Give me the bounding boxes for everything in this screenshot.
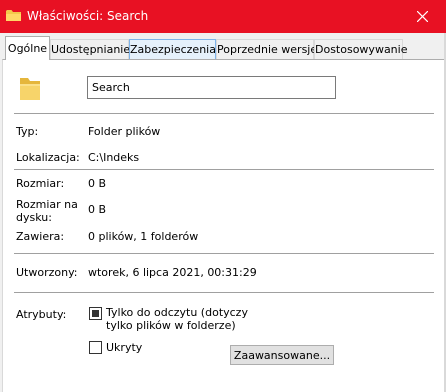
created-value: wtorek, 6 lipca 2021, 00:31:29 bbox=[88, 266, 257, 279]
tab-strip: Ogólne Udostępnianie Zabezpieczenia Popr… bbox=[0, 33, 446, 60]
folder-icon bbox=[18, 74, 42, 104]
location-label: Lokalizacja: bbox=[16, 151, 80, 164]
contains-label: Zawiera: bbox=[16, 230, 65, 243]
close-icon bbox=[417, 11, 428, 22]
attributes-label: Atrybuty: bbox=[16, 308, 67, 321]
created-label: Utworzony: bbox=[16, 266, 78, 279]
tab-previous-versions[interactable]: Poprzednie wersje bbox=[216, 39, 317, 59]
hidden-checkbox[interactable] bbox=[89, 341, 102, 354]
divider bbox=[14, 253, 434, 254]
window-title: Właściwości: Search bbox=[27, 9, 149, 23]
general-panel bbox=[2, 59, 446, 392]
close-button[interactable] bbox=[400, 0, 446, 33]
tab-customize[interactable]: Dostosowywanie bbox=[314, 39, 407, 59]
title-bar[interactable]: Właściwości: Search bbox=[0, 0, 446, 33]
size-on-disk-label: Rozmiar na dysku: bbox=[16, 198, 78, 224]
folder-name-input[interactable] bbox=[87, 76, 336, 99]
properties-window: Właściwości: Search Ogólne Udostępnianie… bbox=[0, 0, 446, 392]
readonly-label: Tylko do odczytu (dotyczy tylko plików w… bbox=[106, 306, 248, 332]
tab-general[interactable]: Ogólne bbox=[5, 36, 50, 60]
indeterminate-mark bbox=[92, 310, 99, 317]
type-label: Typ: bbox=[16, 125, 39, 138]
tab-security[interactable]: Zabezpieczenia bbox=[129, 39, 216, 59]
tab-sharing[interactable]: Udostępnianie bbox=[50, 39, 130, 59]
divider bbox=[14, 113, 434, 114]
hidden-label: Ukryty bbox=[106, 341, 143, 354]
readonly-checkbox[interactable] bbox=[89, 307, 102, 320]
folder-icon bbox=[6, 9, 21, 22]
size-on-disk-value: 0 B bbox=[88, 203, 107, 216]
contains-value: 0 plików, 1 folderów bbox=[88, 230, 199, 243]
location-value: C:\Indeks bbox=[88, 151, 140, 164]
divider bbox=[14, 292, 434, 293]
type-value: Folder plików bbox=[88, 125, 161, 138]
size-label: Rozmiar: bbox=[16, 177, 65, 190]
advanced-button[interactable]: Zaawansowane... bbox=[230, 345, 334, 365]
divider bbox=[14, 169, 434, 170]
size-value: 0 B bbox=[88, 177, 107, 190]
